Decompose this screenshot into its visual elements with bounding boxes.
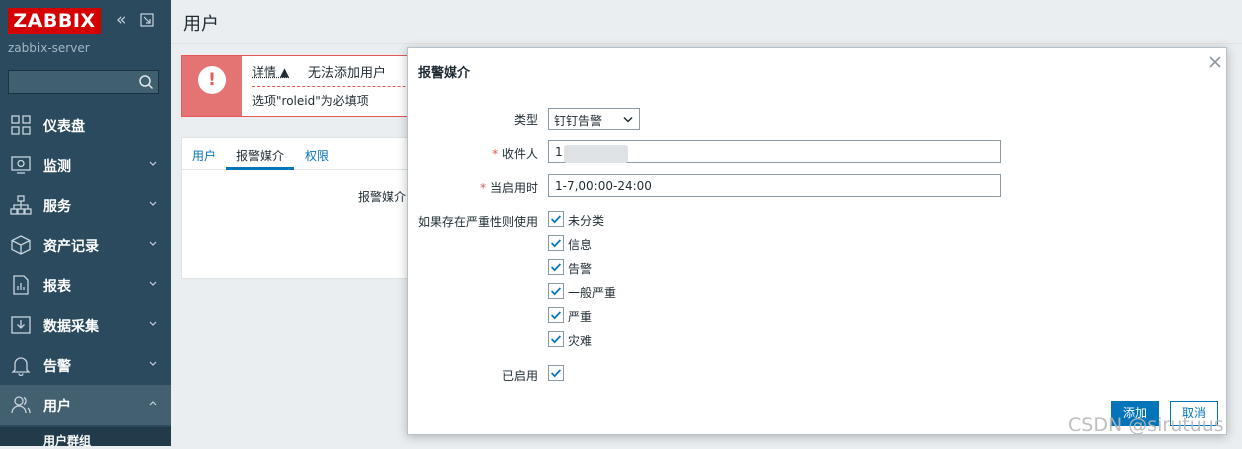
error-message-title: 无法添加用户 xyxy=(308,66,387,81)
checkbox-checked-icon[interactable] xyxy=(548,235,564,251)
sidebar-item-label: 服务 xyxy=(43,199,71,215)
sidebar-subitem-user-groups[interactable]: 用户群组 xyxy=(0,427,171,448)
sidebar-item-label: 仪表盘 xyxy=(43,119,85,135)
zabbix-logo[interactable]: ZABBIX xyxy=(8,8,101,34)
chevron-down-icon xyxy=(149,321,157,326)
kiosk-mode-icon[interactable] xyxy=(140,13,154,27)
checkbox-checked-icon[interactable] xyxy=(548,259,564,275)
chevron-down-icon xyxy=(149,241,157,246)
enabled-label: 已启用 xyxy=(501,369,538,383)
sidebar-item-label: 数据采集 xyxy=(43,319,99,335)
checkbox-checked-icon[interactable] xyxy=(548,365,564,381)
severity-label-text: 告警 xyxy=(568,262,593,276)
dialog-title: 报警媒介 xyxy=(418,66,471,81)
close-icon[interactable] xyxy=(1208,55,1222,69)
header-divider xyxy=(171,43,1242,44)
details-toggle[interactable]: 详情 ▲ xyxy=(252,63,289,80)
watermark: CSDN @sirutuus xyxy=(1068,414,1224,436)
services-icon xyxy=(10,195,32,215)
sidebar-item-inventory[interactable]: 资产记录 xyxy=(0,225,171,265)
bell-icon xyxy=(11,357,31,376)
main-menu: 仪表盘 监测 服务 资产记录 报表 数据采集 告警 用户 xyxy=(0,105,171,425)
sidebar-subitem-label: 用户群组 xyxy=(43,434,92,448)
chevron-down-icon xyxy=(149,361,157,366)
monitoring-icon xyxy=(11,156,31,174)
type-select[interactable]: 钉钉告警 xyxy=(548,108,640,130)
redacted-area xyxy=(564,145,628,163)
server-name: zabbix-server xyxy=(8,41,90,55)
severity-label-text: 严重 xyxy=(568,310,593,324)
reports-icon xyxy=(13,275,29,295)
dashboard-icon xyxy=(11,115,31,135)
tab-media[interactable]: 报警媒介 xyxy=(236,147,284,164)
severity-label-text: 一般严重 xyxy=(568,286,617,300)
severity-label-text: 信息 xyxy=(568,238,593,252)
users-icon xyxy=(11,396,31,414)
type-select-value: 钉钉告警 xyxy=(554,114,603,128)
chevron-down-icon xyxy=(149,161,157,166)
period-input[interactable] xyxy=(548,174,1001,197)
period-label: * 当启用时 xyxy=(458,179,538,196)
checkbox-checked-icon[interactable] xyxy=(548,211,564,227)
checkbox-checked-icon[interactable] xyxy=(548,307,564,323)
required-marker: * xyxy=(492,147,502,161)
severity-label: 如果存在严重性则使用 xyxy=(417,215,538,229)
checkbox-checked-icon[interactable] xyxy=(548,283,564,299)
period-label-text: 当启用时 xyxy=(489,181,538,195)
type-label: 类型 xyxy=(513,113,538,127)
sendto-label: * 收件人 xyxy=(468,145,538,162)
chevron-down-icon xyxy=(149,201,157,206)
severity-label-text: 未分类 xyxy=(568,214,605,228)
sidebar-item-label: 资产记录 xyxy=(43,239,99,255)
chevron-up-icon xyxy=(149,401,157,406)
error-message-badge: ! xyxy=(182,56,242,116)
sidebar-item-label: 用户 xyxy=(43,399,71,415)
sidebar-item-alerts[interactable]: 告警 xyxy=(0,345,171,385)
data-collection-icon xyxy=(11,316,31,334)
sidebar-item-reports[interactable]: 报表 xyxy=(0,265,171,305)
tab-user[interactable]: 用户 xyxy=(192,147,216,164)
sidebar-search xyxy=(8,70,159,94)
chevron-down-icon xyxy=(623,116,633,123)
sidebar-item-label: 告警 xyxy=(43,359,71,375)
media-dialog: 报警媒介 类型 钉钉告警 * 收件人 * 当启用时 如果存在严重性则使用 未分类… xyxy=(407,47,1227,435)
chevron-down-icon xyxy=(149,281,157,286)
page-title: 用户 xyxy=(183,14,219,35)
sidebar: ZABBIX « zabbix-server 仪表盘 监测 服务 资产记录 报表… xyxy=(0,0,171,448)
inventory-icon xyxy=(11,235,31,255)
sendto-label-text: 收件人 xyxy=(501,147,538,161)
sidebar-item-monitoring[interactable]: 监测 xyxy=(0,145,171,185)
sidebar-item-data-collection[interactable]: 数据采集 xyxy=(0,305,171,345)
sidebar-item-users[interactable]: 用户 xyxy=(0,385,171,425)
sidebar-item-label: 监测 xyxy=(43,159,71,175)
required-marker: * xyxy=(480,181,490,195)
sidebar-item-services[interactable]: 服务 xyxy=(0,185,171,225)
search-input[interactable] xyxy=(9,71,137,93)
error-icon: ! xyxy=(198,66,226,94)
media-field-label: 报警媒介 xyxy=(358,190,407,204)
sidebar-item-label: 报表 xyxy=(43,279,71,295)
checkbox-checked-icon[interactable] xyxy=(548,331,564,347)
search-icon[interactable] xyxy=(138,74,154,90)
error-message-detail: 选项"roleid"为必填项 xyxy=(252,94,369,108)
sidebar-item-dashboard[interactable]: 仪表盘 xyxy=(0,105,171,145)
active-tab-indicator xyxy=(226,167,294,170)
sidebar-header: ZABBIX « xyxy=(8,8,168,36)
tab-permissions[interactable]: 权限 xyxy=(305,147,329,164)
severity-label-text: 灾难 xyxy=(568,334,593,348)
collapse-sidebar-icon[interactable]: « xyxy=(116,12,132,30)
